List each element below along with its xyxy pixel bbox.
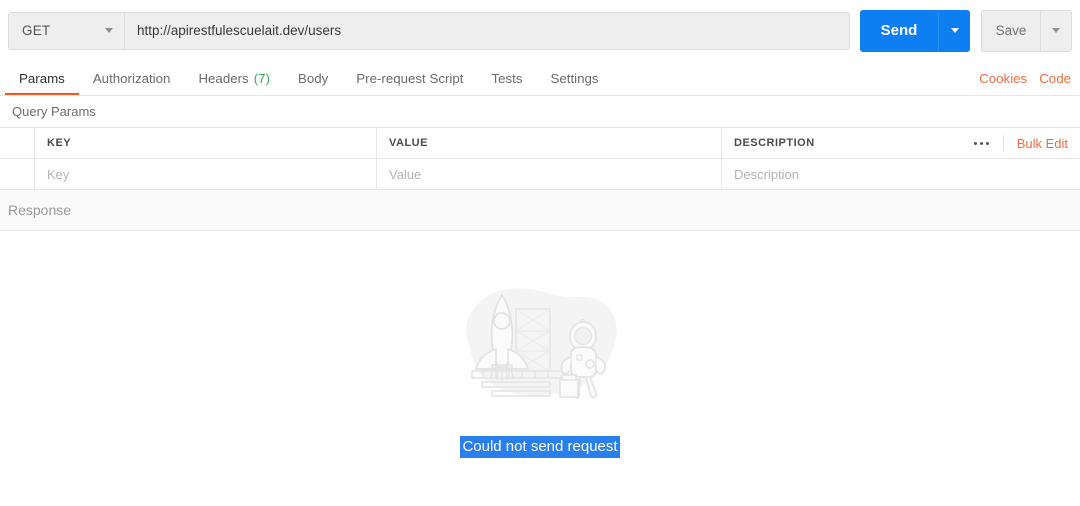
send-button-group: Send — [860, 9, 970, 52]
row-description-input[interactable]: Description — [722, 159, 1080, 189]
row-checkbox-cell[interactable] — [0, 159, 35, 189]
dot — [973, 141, 977, 145]
row-key-input[interactable]: Key — [35, 159, 377, 189]
ellipsis-icon[interactable] — [960, 134, 1004, 152]
key-placeholder: Key — [47, 166, 70, 182]
tab-params[interactable]: Params — [5, 61, 79, 95]
rocket-launchpad-astronaut-illustration — [450, 279, 630, 414]
request-url-bar: GET http://apirestfulescuelait.dev/users… — [0, 0, 1080, 61]
dot — [985, 141, 989, 145]
tab-pre-request-script[interactable]: Pre-request Script — [342, 61, 477, 95]
chevron-down-icon — [1052, 28, 1060, 33]
query-params-table: KEY VALUE DESCRIPTION Bulk Edit Key Valu… — [0, 127, 1080, 190]
description-placeholder: Description — [734, 166, 800, 182]
column-header-key: KEY — [47, 137, 72, 149]
header-value-cell: VALUE — [377, 128, 722, 158]
postman-request-window: GET http://apirestfulescuelait.dev/users… — [0, 0, 1080, 506]
tab-label: Headers — [198, 70, 249, 86]
tab-label: Settings — [550, 70, 599, 86]
dot — [979, 141, 983, 145]
response-title: Response — [8, 202, 72, 218]
cookies-link[interactable]: Cookies — [979, 71, 1027, 86]
tab-tests[interactable]: Tests — [477, 61, 536, 95]
tab-body[interactable]: Body — [284, 61, 342, 95]
response-empty-state: Could not send request — [0, 231, 1080, 506]
chevron-down-icon — [950, 28, 959, 33]
tab-label: Body — [297, 70, 329, 86]
save-button-group: Save — [981, 9, 1072, 52]
header-key-cell: KEY — [35, 128, 377, 158]
header-checkbox-cell — [0, 128, 35, 158]
response-body-panel: Could not send request — [0, 231, 1080, 506]
save-options-button[interactable] — [1040, 10, 1071, 51]
column-header-description: DESCRIPTION — [734, 137, 815, 149]
headers-count-badge: (7) — [253, 70, 270, 86]
table-header-row: KEY VALUE DESCRIPTION Bulk Edit — [0, 128, 1080, 159]
value-placeholder: Value — [389, 166, 422, 182]
column-header-value: VALUE — [389, 137, 428, 149]
tab-bar-right-links: Cookies Code — [979, 61, 1080, 95]
request-tab-bar: Params Authorization Headers (7) Body Pr… — [0, 61, 1080, 96]
request-url-input[interactable]: http://apirestfulescuelait.dev/users — [124, 11, 850, 50]
tab-settings[interactable]: Settings — [536, 61, 612, 95]
http-method-value: GET — [22, 23, 51, 38]
send-options-button[interactable] — [938, 9, 970, 52]
tab-label: Authorization — [92, 70, 171, 86]
tab-authorization[interactable]: Authorization — [79, 61, 185, 95]
request-url-value: http://apirestfulescuelait.dev/users — [137, 23, 342, 38]
http-method-select[interactable]: GET — [8, 11, 124, 50]
table-header-actions: Bulk Edit — [960, 128, 1080, 158]
table-row: Key Value Description — [0, 159, 1080, 190]
tab-headers[interactable]: Headers (7) — [184, 61, 284, 95]
chevron-down-icon — [105, 28, 113, 33]
tab-label: Params — [19, 70, 65, 86]
tab-label: Pre-request Script — [356, 70, 464, 86]
send-button[interactable]: Send — [860, 9, 938, 52]
bulk-edit-button[interactable]: Bulk Edit — [1004, 136, 1080, 151]
tab-label: Tests — [491, 70, 523, 86]
header-description-cell: DESCRIPTION Bulk Edit — [722, 128, 1080, 158]
code-link[interactable]: Code — [1039, 71, 1071, 86]
query-params-section-title: Query Params — [0, 96, 1080, 127]
save-button[interactable]: Save — [982, 11, 1040, 51]
row-value-input[interactable]: Value — [377, 159, 722, 189]
response-error-message: Could not send request — [460, 435, 620, 459]
response-section-header: Response — [0, 190, 1080, 231]
